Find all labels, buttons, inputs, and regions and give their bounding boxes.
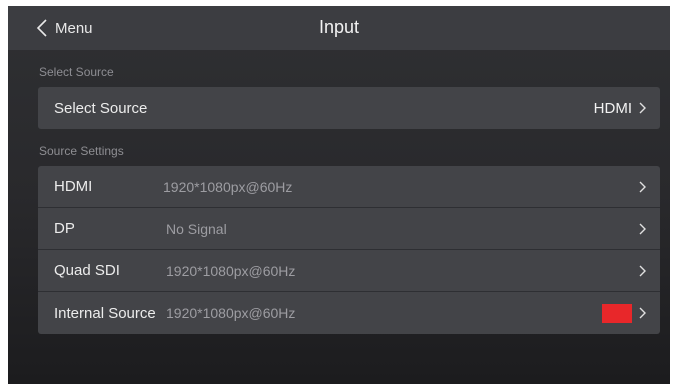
chevron-right-icon bbox=[639, 181, 646, 193]
chevron-right-icon bbox=[639, 307, 646, 319]
select-source-row[interactable]: Select Source HDMI bbox=[38, 87, 660, 129]
color-swatch bbox=[602, 303, 632, 323]
row-value: 1920*1080px@60Hz bbox=[163, 178, 293, 195]
input-screen: Menu Input Select Source Select Source H… bbox=[8, 6, 670, 384]
source-settings-card: HDMI 1920*1080px@60Hz DP No Signal Quad … bbox=[38, 166, 660, 334]
source-row-dp[interactable]: DP No Signal bbox=[38, 208, 660, 250]
chevron-right-icon bbox=[639, 223, 646, 235]
row-name: DP bbox=[54, 220, 75, 237]
source-row-internal-source[interactable]: Internal Source 1920*1080px@60Hz bbox=[38, 292, 660, 334]
row-value: 1920*1080px@60Hz bbox=[166, 262, 296, 279]
chevron-right-icon bbox=[639, 265, 646, 277]
selected-source-value: HDMI bbox=[593, 99, 632, 117]
chevron-right-icon bbox=[639, 102, 646, 114]
row-name: Quad SDI bbox=[54, 262, 120, 279]
header-bar: Menu Input bbox=[8, 6, 670, 50]
select-source-card: Select Source HDMI bbox=[38, 87, 660, 129]
row-name: Select Source bbox=[54, 99, 148, 117]
row-value: No Signal bbox=[166, 220, 227, 237]
row-value: 1920*1080px@60Hz bbox=[166, 305, 296, 321]
row-name: Internal Source bbox=[54, 304, 156, 322]
section-label-select-source: Select Source bbox=[39, 65, 114, 79]
section-label-source-settings: Source Settings bbox=[39, 144, 124, 158]
page-title: Input bbox=[318, 17, 360, 37]
row-name: HDMI bbox=[54, 178, 93, 195]
source-row-quad-sdi[interactable]: Quad SDI 1920*1080px@60Hz bbox=[38, 250, 660, 292]
source-row-hdmi[interactable]: HDMI 1920*1080px@60Hz bbox=[38, 166, 660, 208]
